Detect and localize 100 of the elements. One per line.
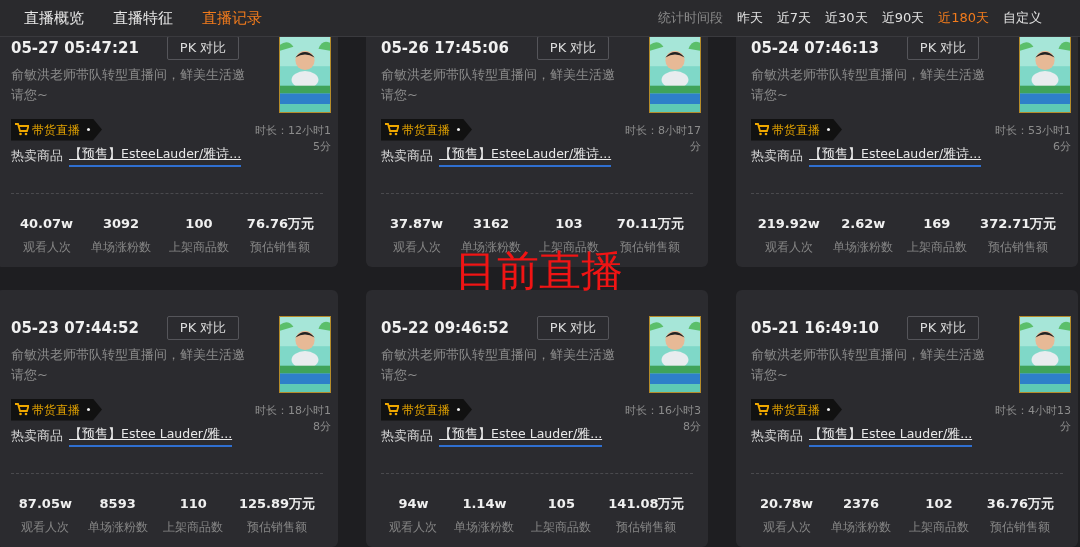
stat-label: 预估销售额	[246, 519, 309, 537]
cart-icon	[385, 123, 399, 136]
pk-compare-button[interactable]: PK 对比	[536, 36, 610, 60]
live-description: 俞敏洪老师带队转型直播间，鲜美生活邀请您~	[11, 65, 246, 104]
stat-value: 100	[184, 214, 214, 233]
hot-product-label: 热卖商品	[381, 426, 433, 445]
duration-text: 时长：12小时15分	[254, 123, 331, 155]
stat-value: 37.87w	[389, 214, 444, 233]
time-range-label: 统计时间段	[657, 9, 723, 28]
hot-product-link[interactable]: 【预售】Estee Lauder/雅...	[809, 425, 973, 447]
stat-label: 单场涨粉数	[833, 239, 894, 257]
cart-icon	[385, 403, 399, 416]
hot-product-link[interactable]: 【预售】EsteeLauder/雅诗...	[69, 145, 242, 167]
time-range-option[interactable]: 自定义	[1003, 8, 1042, 28]
live-description: 俞敏洪老师带队转型直播间，鲜美生活邀请您~	[751, 345, 986, 384]
stat-value: 76.76万元	[246, 214, 314, 233]
stat-value: 103	[554, 214, 584, 233]
pk-compare-button[interactable]: PK 对比	[536, 316, 610, 340]
hot-product-label: 热卖商品	[11, 426, 63, 445]
stat-label: 观看人次	[389, 519, 438, 537]
stat-value: 36.76万元	[986, 494, 1054, 513]
live-date: 05-21 16:49:10	[751, 317, 879, 339]
stat-label: 观看人次	[391, 239, 442, 257]
live-description: 俞敏洪老师带队转型直播间，鲜美生活邀请您~	[751, 65, 986, 104]
tab[interactable]: 直播记录	[202, 6, 262, 30]
duration-text: 时长：18小时18分	[254, 403, 331, 435]
live-type-badge: 带货直播	[751, 118, 842, 141]
stat-value: 70.11万元	[616, 214, 684, 233]
live-date: 05-22 09:46:52	[381, 317, 509, 339]
pk-compare-button[interactable]: PK 对比	[166, 36, 240, 60]
time-range-option[interactable]: 近180天	[938, 8, 989, 28]
cart-icon	[755, 123, 769, 136]
live-type-badge: 带货直播	[11, 118, 102, 141]
stat-label: 单场涨粉数	[454, 519, 515, 537]
stat-value: 169	[922, 214, 952, 233]
stat-value: 372.71万元	[980, 214, 1057, 233]
time-range-option[interactable]: 近7天	[776, 8, 812, 28]
hot-product-label: 热卖商品	[751, 146, 803, 165]
cart-icon	[15, 403, 29, 416]
live-description: 俞敏洪老师带队转型直播间，鲜美生活邀请您~	[381, 345, 616, 384]
stat-label: 上架商品数	[168, 239, 229, 257]
pk-compare-button[interactable]: PK 对比	[906, 316, 980, 340]
tab[interactable]: 直播概览	[24, 6, 84, 30]
pk-compare-button[interactable]: PK 对比	[906, 36, 980, 60]
stat-label: 上架商品数	[906, 239, 967, 257]
stat-label: 上架商品数	[908, 519, 969, 537]
stat-value: 141.08万元	[608, 494, 685, 513]
live-description: 俞敏洪老师带队转型直播间，鲜美生活邀请您~	[381, 65, 616, 104]
live-type-badge: 带货直播	[751, 398, 842, 421]
stat-label: 观看人次	[763, 239, 814, 257]
time-range-option[interactable]: 近30天	[825, 8, 868, 28]
stat-label: 观看人次	[20, 519, 71, 537]
hot-product-label: 热卖商品	[751, 426, 803, 445]
live-date: 05-27 05:47:21	[11, 37, 139, 59]
hot-product-link[interactable]: 【预售】EsteeLauder/雅诗...	[809, 145, 982, 167]
hot-product-label: 热卖商品	[11, 146, 63, 165]
stat-label: 预估销售额	[615, 519, 678, 537]
time-range-option[interactable]: 近90天	[881, 8, 925, 28]
stat-value: 125.89万元	[239, 494, 316, 513]
stat-value: 87.05w	[18, 494, 72, 513]
stat-label: 上架商品数	[531, 519, 592, 537]
stat-value: 105	[546, 494, 576, 513]
stat-value: 8593	[98, 494, 137, 513]
stat-label: 预估销售额	[989, 519, 1052, 537]
stat-label: 预估销售额	[249, 239, 312, 257]
stat-label: 上架商品数	[163, 519, 224, 537]
stat-label: 预估销售额	[620, 239, 682, 255]
stat-label: 单场涨粉数	[831, 519, 891, 537]
stat-label: 单场涨粉数	[87, 519, 148, 537]
stat-label: 观看人次	[761, 519, 812, 537]
stat-value: 219.92w	[757, 214, 820, 233]
stat-value: 110	[178, 494, 208, 513]
time-range-option[interactable]: 昨天	[736, 8, 763, 28]
cart-icon	[755, 403, 769, 416]
live-date: 05-26 17:45:06	[381, 37, 509, 59]
hot-product-label: 热卖商品	[381, 146, 433, 165]
stat-value: 102	[924, 494, 954, 513]
live-type-badge: 带货直播	[381, 118, 472, 141]
stat-value: 2376	[841, 494, 881, 513]
live-type-badge: 带货直播	[381, 398, 472, 421]
hot-product-link[interactable]: 【预售】EsteeLauder/雅诗...	[439, 145, 612, 167]
hot-product-link[interactable]: 【预售】Estee Lauder/雅...	[69, 425, 233, 447]
tab[interactable]: 直播特征	[113, 6, 173, 30]
live-type-badge: 带货直播	[11, 398, 102, 421]
stat-value: 20.78w	[759, 494, 814, 513]
live-date: 05-24 07:46:13	[751, 37, 879, 59]
stat-value: 94w	[397, 494, 430, 513]
cart-icon	[15, 123, 29, 136]
live-description: 俞敏洪老师带队转型直播间，鲜美生活邀请您~	[11, 345, 246, 384]
duration-text: 时长：4小时13分	[994, 403, 1071, 435]
duration-text: 时长：8小时17分	[624, 123, 701, 155]
duration-text: 时长：16小时38分	[624, 403, 701, 435]
live-date: 05-23 07:44:52	[11, 317, 139, 339]
stat-label: 单场涨粉数	[91, 239, 151, 257]
stat-value: 3092	[101, 214, 141, 233]
stat-value: 2.62w	[840, 214, 887, 233]
hot-product-link[interactable]: 【预售】Estee Lauder/雅...	[439, 425, 603, 447]
stat-label: 预估销售额	[987, 239, 1050, 257]
duration-text: 时长：53小时16分	[994, 123, 1071, 155]
pk-compare-button[interactable]: PK 对比	[166, 316, 240, 340]
